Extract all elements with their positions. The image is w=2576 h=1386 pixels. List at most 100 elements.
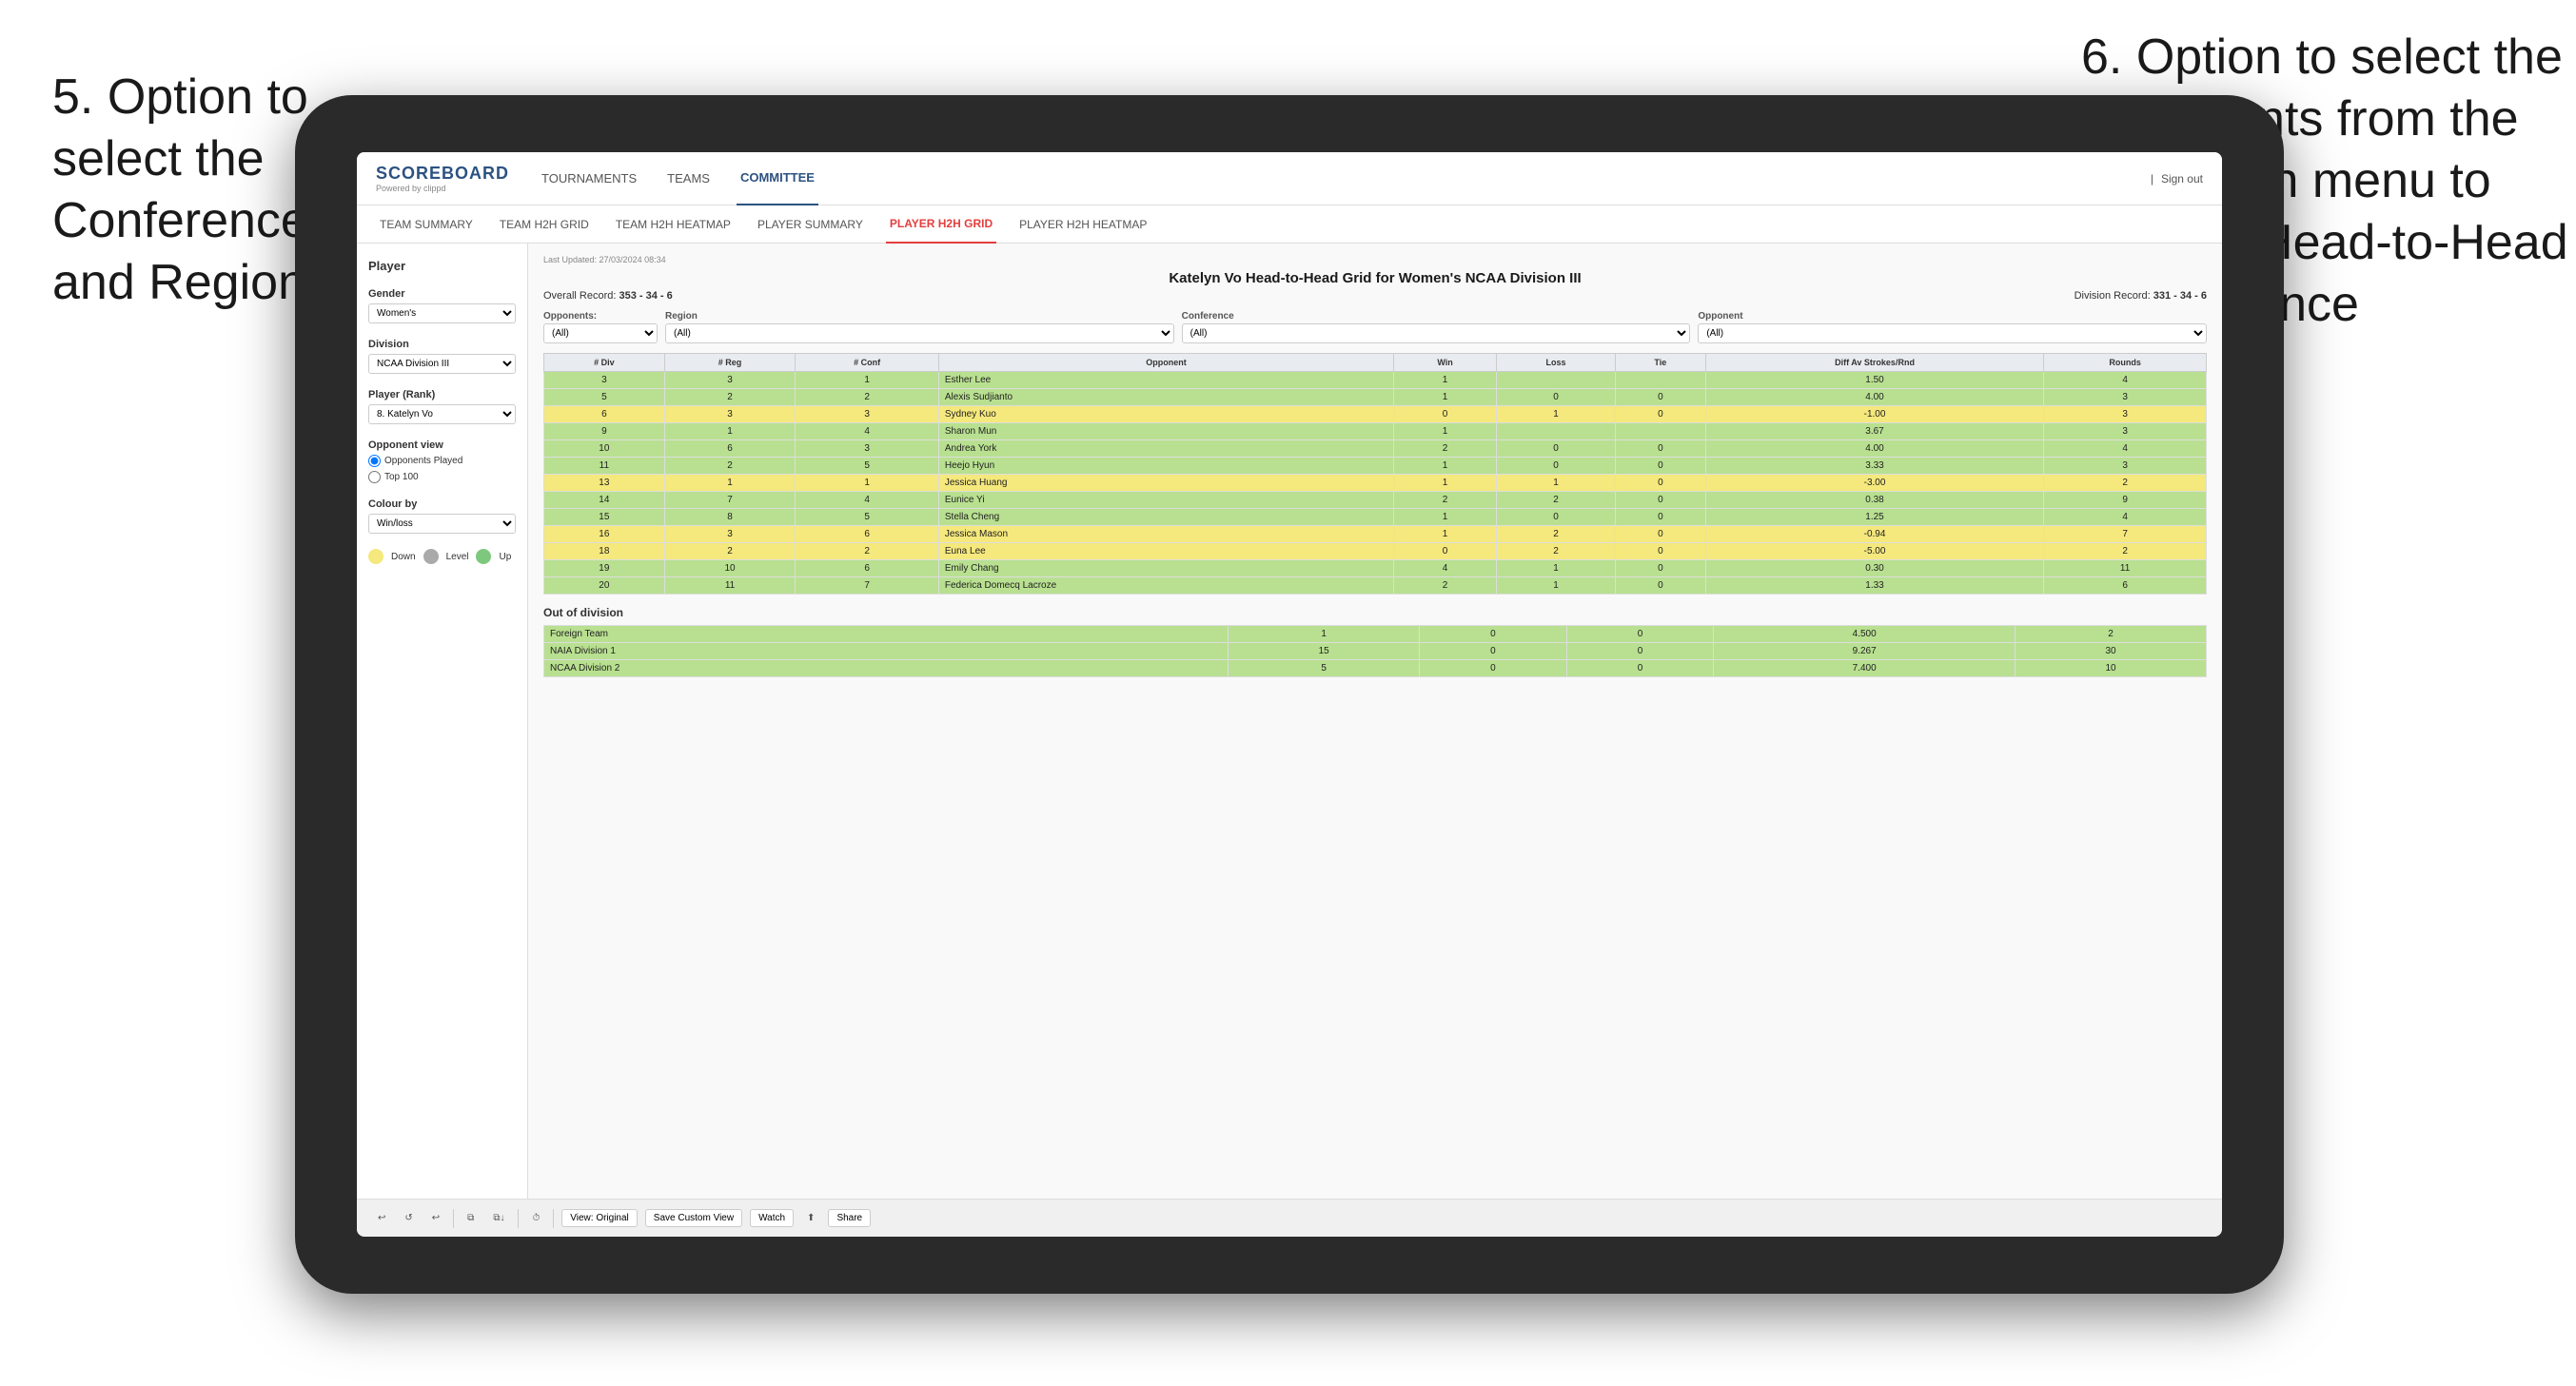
division-section: Division NCAA Division III	[368, 339, 516, 374]
nav-teams[interactable]: TEAMS	[663, 152, 714, 205]
paste-btn[interactable]: ⧉↓	[487, 1210, 510, 1226]
table-row: 522Alexis Sudjianto1004.003	[544, 389, 2207, 406]
main-nav: TOURNAMENTS TEAMS COMMITTEE	[538, 152, 2151, 205]
save-custom-btn[interactable]: Save Custom View	[645, 1209, 742, 1227]
player-rank-label: Player (Rank)	[368, 389, 516, 400]
redo-btn[interactable]: ↺	[399, 1210, 418, 1226]
table-row: 1474Eunice Yi2200.389	[544, 492, 2207, 509]
subnav-player-h2h-grid[interactable]: PLAYER H2H GRID	[886, 205, 996, 244]
col-reg: # Reg	[664, 354, 796, 372]
filter-row: Opponents: (All) Region (All) Conference	[543, 311, 2207, 343]
opponent-view-section: Opponent view Opponents Played Top 100	[368, 439, 516, 483]
player-section: Player	[368, 259, 516, 273]
separator2	[518, 1209, 519, 1228]
sign-out[interactable]: Sign out	[2161, 172, 2203, 185]
table-row: 1125Heejo Hyun1003.333	[544, 458, 2207, 475]
player-rank-section: Player (Rank) 8. Katelyn Vo	[368, 389, 516, 424]
undo-btn[interactable]: ↩	[372, 1210, 391, 1226]
nav-tournaments[interactable]: TOURNAMENTS	[538, 152, 640, 205]
table-row: 633Sydney Kuo010-1.003	[544, 406, 2207, 423]
col-conf: # Conf	[796, 354, 938, 372]
tablet-device: SCOREBOARD Powered by clippd TOURNAMENTS…	[295, 95, 2284, 1294]
toolbar-bottom: ↩ ↺ ↩ ⧉ ⧉↓ ⏱ View: Original Save Custom …	[357, 1199, 2222, 1237]
legend-down-dot	[368, 549, 383, 564]
table-row: 1311Jessica Huang110-3.002	[544, 475, 2207, 492]
legend-level-dot	[423, 549, 439, 564]
gender-section: Gender Women's	[368, 288, 516, 323]
table-row: 331Esther Lee11.504	[544, 372, 2207, 389]
radio-top100[interactable]: Top 100	[368, 471, 516, 483]
app-header: SCOREBOARD Powered by clippd TOURNAMENTS…	[357, 152, 2222, 205]
opponents-label: Opponents:	[543, 311, 658, 322]
subnav-team-h2h-grid[interactable]: TEAM H2H GRID	[496, 205, 593, 244]
col-loss: Loss	[1497, 354, 1616, 372]
subnav-team-summary[interactable]: TEAM SUMMARY	[376, 205, 477, 244]
table-row: 914Sharon Mun13.673	[544, 423, 2207, 440]
report-title: Katelyn Vo Head-to-Head Grid for Women's…	[543, 270, 2207, 286]
watch-btn[interactable]: Watch	[750, 1209, 794, 1227]
col-rounds: Rounds	[2044, 354, 2207, 372]
table-row: 1585Stella Cheng1001.254	[544, 509, 2207, 526]
copy-btn[interactable]: ⧉	[462, 1210, 480, 1226]
logo-text: SCOREBOARD	[376, 164, 509, 184]
gender-label: Gender	[368, 288, 516, 300]
legend: Down Level Up	[368, 549, 516, 564]
division-select[interactable]: NCAA Division III	[368, 354, 516, 374]
table-row: 1822Euna Lee020-5.002	[544, 543, 2207, 560]
col-div: # Div	[544, 354, 665, 372]
region-label: Region	[665, 311, 1174, 322]
last-updated: Last Updated: 27/03/2024 08:34	[543, 255, 2207, 264]
legend-up-label: Up	[499, 552, 511, 562]
logo-sub: Powered by clippd	[376, 184, 509, 193]
clock-btn[interactable]: ⏱	[526, 1210, 545, 1226]
out-of-division-title: Out of division	[543, 606, 2207, 619]
division-record: Division Record: 331 - 34 - 6	[2075, 290, 2207, 302]
table-row: 20117Federica Domecq Lacroze2101.336	[544, 577, 2207, 595]
colour-by-label: Colour by	[368, 498, 516, 510]
conference-filter: Conference (All)	[1182, 311, 1691, 343]
nav-committee[interactable]: COMMITTEE	[737, 152, 818, 205]
separator1	[453, 1209, 454, 1228]
sub-nav: TEAM SUMMARY TEAM H2H GRID TEAM H2H HEAT…	[357, 205, 2222, 244]
opponents-filter: Opponents: (All)	[543, 311, 658, 343]
separator3	[553, 1209, 554, 1228]
subnav-team-h2h-heatmap[interactable]: TEAM H2H HEATMAP	[612, 205, 735, 244]
share-icon[interactable]: ⬆	[801, 1210, 820, 1226]
colour-by-section: Colour by Win/loss	[368, 498, 516, 534]
region-filter: Region (All)	[665, 311, 1174, 343]
region-select[interactable]: (All)	[665, 323, 1174, 343]
main-table: # Div # Reg # Conf Opponent Win Loss Tie…	[543, 353, 2207, 595]
radio-opponents-played[interactable]: Opponents Played	[368, 455, 516, 467]
division-label: Division	[368, 339, 516, 350]
colour-by-select[interactable]: Win/loss	[368, 514, 516, 534]
logo-area: SCOREBOARD Powered by clippd	[376, 164, 509, 193]
player-label: Player	[368, 259, 516, 273]
legend-up-dot	[476, 549, 491, 564]
gender-select[interactable]: Women's	[368, 303, 516, 323]
col-tie: Tie	[1615, 354, 1705, 372]
legend-down-label: Down	[391, 552, 416, 562]
view-original-btn[interactable]: View: Original	[561, 1209, 638, 1227]
opponent-view-options: Opponents Played Top 100	[368, 455, 516, 483]
table-row: 1063Andrea York2004.004	[544, 440, 2207, 458]
opponent-view-label: Opponent view	[368, 439, 516, 451]
subnav-player-h2h-heatmap[interactable]: PLAYER H2H HEATMAP	[1015, 205, 1150, 244]
ood-table-row: NAIA Division 115009.26730	[544, 643, 2207, 660]
conference-select[interactable]: (All)	[1182, 323, 1691, 343]
subnav-player-summary[interactable]: PLAYER SUMMARY	[754, 205, 867, 244]
ood-table-row: Foreign Team1004.5002	[544, 626, 2207, 643]
share-btn[interactable]: Share	[828, 1209, 871, 1227]
opponent-select[interactable]: (All)	[1698, 323, 2207, 343]
col-opponent: Opponent	[938, 354, 1393, 372]
out-of-division-table: Foreign Team1004.5002NAIA Division 11500…	[543, 625, 2207, 677]
records-row: Overall Record: 353 - 34 - 6 Division Re…	[543, 290, 2207, 302]
undo2-btn[interactable]: ↩	[426, 1210, 445, 1226]
table-row: 19106Emily Chang4100.3011	[544, 560, 2207, 577]
player-rank-select[interactable]: 8. Katelyn Vo	[368, 404, 516, 424]
main-content: Player Gender Women's Division NCAA Divi…	[357, 244, 2222, 1199]
header-right: | Sign out	[2151, 172, 2203, 185]
opponents-select[interactable]: (All)	[543, 323, 658, 343]
conference-label: Conference	[1182, 311, 1691, 322]
col-win: Win	[1394, 354, 1497, 372]
legend-level-label: Level	[446, 552, 469, 562]
